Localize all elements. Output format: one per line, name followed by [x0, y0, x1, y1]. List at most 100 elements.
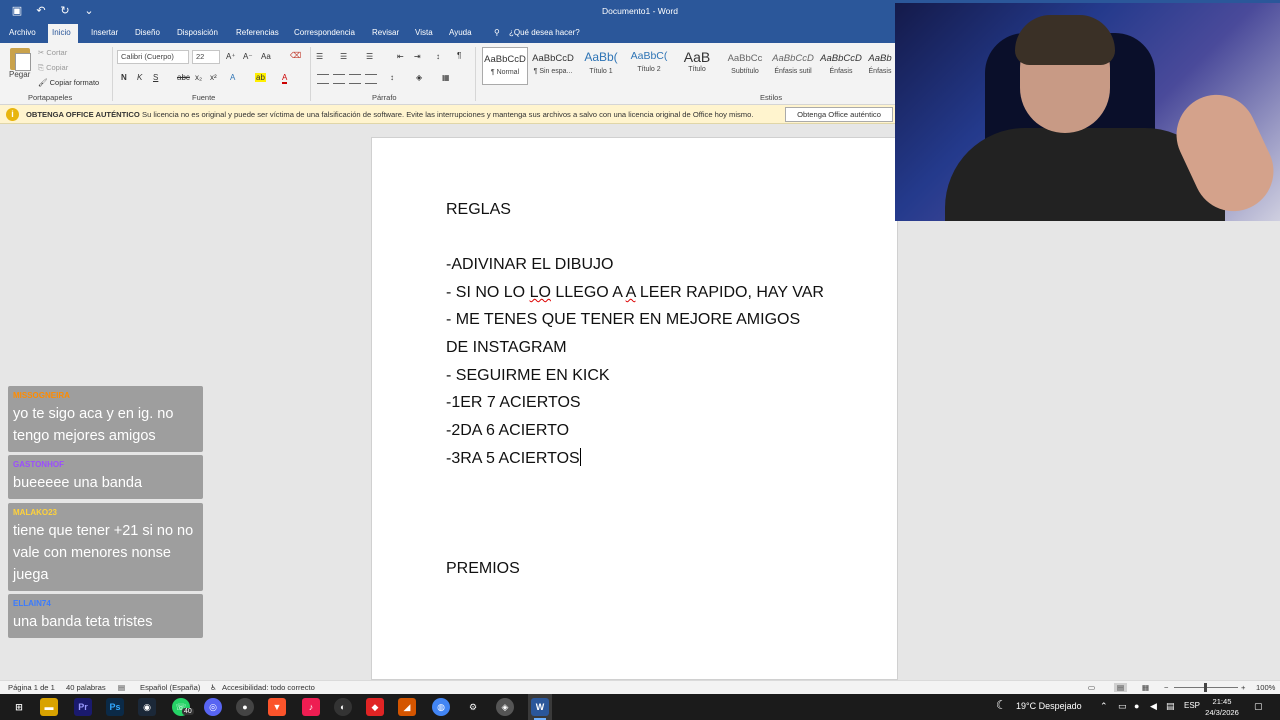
- wifi-icon[interactable]: ▭: [1118, 701, 1127, 712]
- subscript-icon[interactable]: x₂: [195, 73, 202, 82]
- chrome-icon[interactable]: ◍: [432, 698, 450, 716]
- tab-insertar[interactable]: Insertar: [87, 24, 122, 43]
- style-emphasis[interactable]: AaBbCcD Énfasis: [818, 47, 864, 85]
- justify-icon[interactable]: [365, 74, 377, 84]
- numbering-icon[interactable]: ☰: [340, 52, 347, 61]
- clock[interactable]: 21:45 24/3/2026: [1204, 696, 1240, 718]
- obs-icon[interactable]: ●: [236, 698, 254, 716]
- speaker-icon[interactable]: ◀: [1150, 701, 1157, 712]
- bold-button[interactable]: N: [121, 73, 127, 82]
- format-painter-button[interactable]: 🖌 Copiar formato: [38, 78, 99, 87]
- brave-icon[interactable]: ▼: [268, 698, 286, 716]
- style-subtle-emphasis[interactable]: AaBbCcD Énfasis sutil: [770, 47, 816, 85]
- document-body[interactable]: REGLAS -ADIVINAR EL DIBUJO - SI NO LO LO…: [446, 200, 824, 586]
- settings-icon[interactable]: ⚙: [464, 698, 482, 716]
- borders-icon[interactable]: ▦: [442, 73, 450, 82]
- proofing-icon[interactable]: ▤: [118, 683, 125, 692]
- windows-start-icon[interactable]: ⊞: [10, 698, 28, 716]
- steam-icon[interactable]: ◉: [138, 698, 156, 716]
- language-indicator[interactable]: Español (España): [140, 683, 200, 692]
- style-normal[interactable]: AaBbCcD ¶ Normal: [482, 47, 528, 85]
- save-icon[interactable]: ▣: [10, 4, 24, 18]
- zoom-out-icon[interactable]: −: [1164, 683, 1168, 692]
- tab-correspondencia[interactable]: Correspondencia: [290, 24, 359, 43]
- line-spacing-icon[interactable]: ↕: [390, 73, 394, 82]
- underline-button[interactable]: S: [153, 73, 158, 82]
- zoom-level[interactable]: 100%: [1256, 683, 1275, 692]
- italic-button[interactable]: K: [137, 73, 142, 82]
- copy-button[interactable]: ⎘ Copiar: [38, 63, 68, 73]
- text-effects-icon[interactable]: A: [230, 73, 235, 82]
- decrease-indent-icon[interactable]: ⇤: [397, 52, 404, 61]
- style-title[interactable]: AaB Título: [674, 47, 720, 85]
- read-mode-icon[interactable]: ▭: [1088, 683, 1095, 692]
- superscript-icon[interactable]: x²: [210, 73, 217, 82]
- network-icon[interactable]: ▤: [1166, 701, 1175, 712]
- accessibility-status[interactable]: Accesibilidad: todo correcto: [222, 683, 315, 692]
- accessibility-icon[interactable]: ♿: [210, 683, 217, 692]
- font-color-icon[interactable]: A: [282, 73, 288, 84]
- word-count[interactable]: 40 palabras: [66, 683, 106, 692]
- align-left-icon[interactable]: [317, 74, 329, 84]
- change-case-icon[interactable]: Aa: [261, 52, 271, 61]
- align-right-icon[interactable]: [349, 74, 361, 84]
- font-size-select[interactable]: 22: [192, 50, 220, 64]
- tell-me-search[interactable]: ¿Qué desea hacer?: [505, 24, 584, 43]
- bullets-icon[interactable]: ☰: [316, 52, 323, 61]
- sort-icon[interactable]: ↕: [436, 52, 440, 61]
- file-explorer-icon[interactable]: ▬: [40, 698, 58, 716]
- tab-revisar[interactable]: Revisar: [368, 24, 403, 43]
- page-count[interactable]: Página 1 de 1: [8, 683, 55, 692]
- grow-font-icon[interactable]: A⁺: [226, 52, 236, 61]
- discord-icon[interactable]: ◎: [204, 698, 222, 716]
- steam-link-icon[interactable]: ◈: [496, 698, 514, 716]
- style-heading-2[interactable]: AaBbC( Título 2: [626, 47, 672, 85]
- print-layout-icon[interactable]: ▤: [1114, 683, 1128, 692]
- tab-referencias[interactable]: Referencias: [232, 24, 283, 43]
- moon-weather-icon[interactable]: ☾: [996, 698, 1007, 712]
- shading-icon[interactable]: ◈: [416, 73, 422, 82]
- photoshop-icon[interactable]: Ps: [106, 698, 124, 716]
- tiktok-icon[interactable]: ♪: [302, 698, 320, 716]
- app-icon[interactable]: ◐: [334, 698, 352, 716]
- font-family-select[interactable]: Calibri (Cuerpo): [117, 50, 189, 64]
- style-subtitle[interactable]: AaBbCc Subtítulo: [722, 47, 768, 85]
- undo-icon[interactable]: ↶: [34, 4, 48, 18]
- increase-indent-icon[interactable]: ⇥: [414, 52, 421, 61]
- tab-diseno[interactable]: Diseño: [131, 24, 164, 43]
- clear-format-icon[interactable]: ⌫: [290, 51, 301, 60]
- zoom-in-icon[interactable]: +: [1241, 683, 1245, 692]
- align-center-icon[interactable]: [333, 74, 345, 84]
- word-icon[interactable]: W: [531, 698, 549, 716]
- paste-icon[interactable]: [10, 48, 31, 71]
- highlight-icon[interactable]: ab: [255, 73, 266, 82]
- red-app-icon[interactable]: ◆: [366, 698, 384, 716]
- keyboard-language[interactable]: ESP: [1184, 701, 1200, 710]
- cut-button[interactable]: ✂ Cortar: [38, 48, 67, 57]
- tab-inicio[interactable]: Inicio: [48, 24, 78, 43]
- premiere-icon[interactable]: Pr: [74, 698, 92, 716]
- document-page[interactable]: REGLAS -ADIVINAR EL DIBUJO - SI NO LO LO…: [371, 137, 898, 680]
- mic-icon[interactable]: ●: [1134, 701, 1139, 711]
- strikethrough-icon[interactable]: abc: [177, 73, 190, 82]
- tab-archivo[interactable]: Archivo: [5, 24, 40, 43]
- multilevel-list-icon[interactable]: ☰: [366, 52, 373, 61]
- zoom-slider-thumb[interactable]: [1204, 683, 1207, 692]
- style-intense-emphasis[interactable]: AaBb Énfasis: [866, 47, 894, 85]
- weather-text[interactable]: 19°C Despejado: [1016, 701, 1082, 711]
- show-marks-icon[interactable]: ¶: [457, 51, 461, 60]
- paste-button[interactable]: Pegar: [9, 70, 30, 79]
- tab-vista[interactable]: Vista: [411, 24, 437, 43]
- chevron-up-icon[interactable]: ⌃: [1100, 701, 1108, 712]
- notifications-icon[interactable]: ▢: [1254, 701, 1263, 712]
- redo-icon[interactable]: ↻: [58, 4, 72, 18]
- web-layout-icon[interactable]: ▦: [1142, 683, 1149, 692]
- customize-qat-icon[interactable]: ⌄: [82, 4, 96, 18]
- shield-app-icon[interactable]: ◢: [398, 698, 416, 716]
- shrink-font-icon[interactable]: A⁻: [243, 52, 253, 61]
- get-genuine-office-button[interactable]: Obtenga Office auténtico: [785, 107, 893, 122]
- tab-disposicion[interactable]: Disposición: [173, 24, 222, 43]
- style-heading-1[interactable]: AaBb( Título 1: [578, 47, 624, 85]
- style-no-spacing[interactable]: AaBbCcD ¶ Sin espa...: [530, 47, 576, 85]
- tab-ayuda[interactable]: Ayuda: [445, 24, 476, 43]
